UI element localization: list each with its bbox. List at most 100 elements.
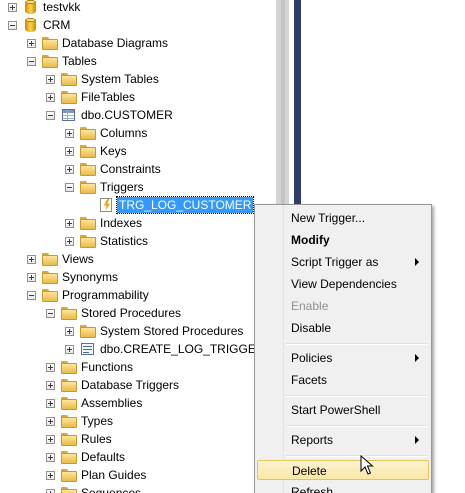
tree-node-system-tables[interactable]: System Tables — [46, 70, 159, 88]
expand-icon[interactable] — [27, 38, 36, 48]
tree-node-views[interactable]: Views — [27, 250, 94, 268]
tree-node-label: Database Diagrams — [62, 36, 169, 50]
menu-item-label: Script Trigger as — [291, 255, 379, 269]
menu-item-script-trigger-as[interactable]: Script Trigger as — [257, 252, 429, 272]
tree-node-programmability[interactable]: Programmability — [27, 286, 149, 304]
expand-icon[interactable] — [46, 74, 55, 84]
folder-icon — [61, 90, 77, 104]
tree-node-label: Columns — [100, 126, 148, 140]
tree-node-system-stored-procedures[interactable]: System Stored Procedures — [65, 322, 243, 340]
tree-node-dbo-customer[interactable]: dbo.CUSTOMER — [46, 106, 173, 124]
menu-item-delete[interactable]: Delete — [257, 460, 429, 480]
tree-node-statistics[interactable]: Statistics — [65, 232, 148, 250]
tree-node-constraints[interactable]: Constraints — [65, 160, 161, 178]
expand-icon[interactable] — [8, 2, 17, 12]
tree-node-label: Synonyms — [62, 270, 119, 284]
tree-node-crm[interactable]: CRM — [8, 16, 70, 34]
expand-icon[interactable] — [46, 362, 55, 372]
expand-icon[interactable] — [65, 164, 74, 174]
tree-node-filetables[interactable]: FileTables — [46, 88, 135, 106]
collapse-icon[interactable] — [65, 182, 74, 192]
folder-icon — [42, 270, 58, 284]
tree-node-label: Rules — [81, 432, 112, 446]
tree-node-assemblies[interactable]: Assemblies — [46, 394, 142, 412]
folder-icon — [80, 162, 96, 176]
tree-node-label: Constraints — [100, 162, 161, 176]
tree-node-synonyms[interactable]: Synonyms — [27, 268, 118, 286]
tree-node-stored-procedures[interactable]: Stored Procedures — [46, 304, 181, 322]
folder-icon — [61, 414, 77, 428]
tree-node-triggers[interactable]: Triggers — [65, 178, 144, 196]
tree-node-plan-guides[interactable]: Plan Guides — [46, 466, 146, 484]
expand-icon[interactable] — [46, 452, 55, 462]
collapse-icon[interactable] — [8, 20, 17, 30]
folder-icon — [61, 486, 77, 493]
object-explorer-viewport: testvkk CRM Database Diagrams Tables System … — [0, 0, 465, 493]
tree-node-defaults[interactable]: Defaults — [46, 448, 125, 466]
expand-icon[interactable] — [65, 128, 74, 138]
tree-node-label: TRG_LOG_CUSTOMER — [115, 196, 255, 214]
tree-node-sequences[interactable]: Sequences — [46, 484, 141, 493]
menu-item-new-trigger[interactable]: New Trigger... — [257, 208, 429, 228]
expand-icon[interactable] — [65, 326, 74, 336]
expand-icon[interactable] — [65, 218, 74, 228]
expand-icon[interactable] — [65, 344, 74, 354]
menu-separator — [286, 395, 427, 397]
collapse-icon[interactable] — [27, 290, 36, 300]
tree-node-label: FileTables — [81, 90, 136, 104]
procedure-icon — [80, 342, 96, 356]
collapse-icon[interactable] — [46, 308, 55, 318]
expand-icon[interactable] — [46, 380, 55, 390]
menu-item-modify[interactable]: Modify — [257, 230, 429, 250]
tree-node-types[interactable]: Types — [46, 412, 113, 430]
tree-node-label: Defaults — [81, 450, 126, 464]
expand-icon[interactable] — [46, 488, 55, 493]
folder-icon — [61, 468, 77, 482]
tree-node-rules[interactable]: Rules — [46, 430, 112, 448]
tree-node-columns[interactable]: Columns — [65, 124, 147, 142]
tree-node-database-diagrams[interactable]: Database Diagrams — [27, 34, 168, 52]
folder-icon — [61, 396, 77, 410]
expand-icon[interactable] — [46, 416, 55, 426]
menu-item-label: Disable — [291, 321, 332, 335]
menu-item-facets[interactable]: Facets — [257, 370, 429, 390]
menu-item-label: Enable — [291, 299, 329, 313]
tree-node-keys[interactable]: Keys — [65, 142, 127, 160]
tree-node-tables[interactable]: Tables — [27, 52, 97, 70]
tree-node-functions[interactable]: Functions — [46, 358, 133, 376]
expand-icon[interactable] — [46, 398, 55, 408]
tree-node-label: System Tables — [81, 72, 159, 86]
folder-icon — [61, 360, 77, 374]
tree-node-testvkk[interactable]: testvkk — [8, 0, 80, 16]
expand-icon[interactable] — [27, 272, 36, 282]
context-menu: New Trigger... Modify Script Trigger as Vie… — [254, 204, 432, 493]
expand-icon[interactable] — [65, 146, 74, 156]
expand-icon[interactable] — [65, 236, 74, 246]
menu-item-reports[interactable]: Reports — [257, 430, 429, 450]
database-icon — [23, 18, 39, 32]
trigger-icon — [99, 198, 115, 212]
collapse-icon[interactable] — [46, 110, 55, 120]
menu-item-label: Delete — [292, 464, 327, 478]
folder-icon — [80, 216, 96, 230]
menu-item-policies[interactable]: Policies — [257, 348, 429, 368]
tree-node-label: Stored Procedures — [81, 306, 182, 320]
tree-node-database-triggers[interactable]: Database Triggers — [46, 376, 179, 394]
expand-icon[interactable] — [46, 92, 55, 102]
expand-icon[interactable] — [46, 434, 55, 444]
collapse-icon[interactable] — [27, 56, 36, 66]
expand-icon[interactable] — [46, 470, 55, 480]
expand-icon[interactable] — [27, 254, 36, 264]
tree-node-label: dbo.CUSTOMER — [81, 108, 173, 122]
tree-node-label: Triggers — [100, 180, 144, 194]
menu-item-refresh[interactable]: Refresh — [257, 482, 429, 493]
menu-item-disable[interactable]: Disable — [257, 318, 429, 338]
tree-node-label: Types — [81, 414, 114, 428]
tree-node-label: Keys — [100, 144, 127, 158]
tree-node-trg-log-customer[interactable]: TRG_LOG_CUSTOMER — [84, 196, 255, 214]
tree-node-dbo-create-log-trigger[interactable]: dbo.CREATE_LOG_TRIGGE — [65, 340, 256, 358]
menu-item-view-dependencies[interactable]: View Dependencies — [257, 274, 429, 294]
menu-item-start-powershell[interactable]: Start PowerShell — [257, 400, 429, 420]
tree-node-indexes[interactable]: Indexes — [65, 214, 142, 232]
